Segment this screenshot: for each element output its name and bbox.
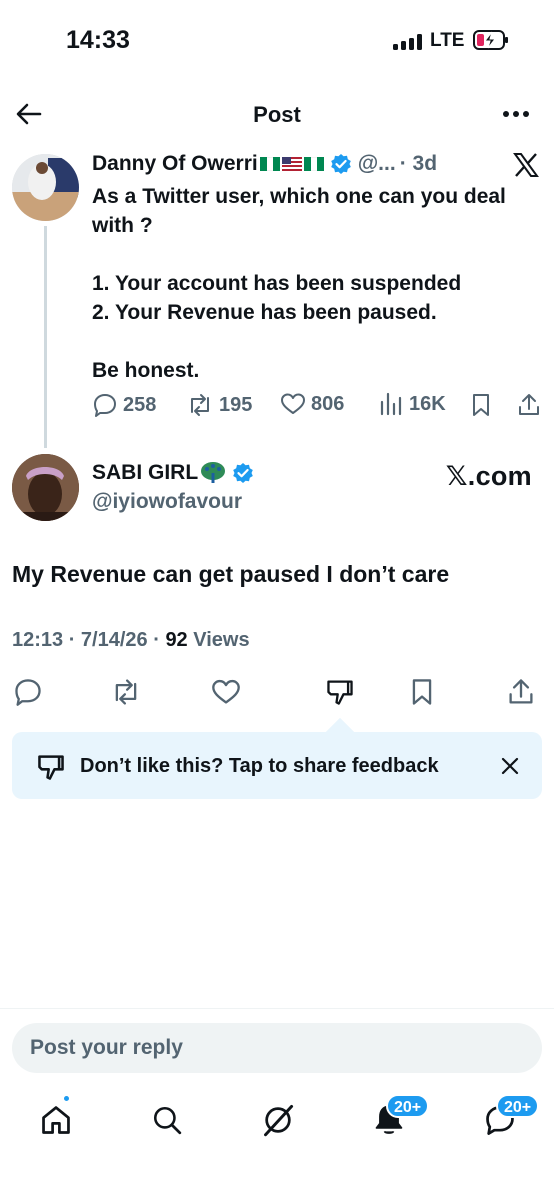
repost-icon xyxy=(115,679,137,705)
tweet-line xyxy=(92,240,544,269)
grok-icon xyxy=(264,1104,294,1137)
parent-tweet-actions: 258 195 806 16K xyxy=(92,392,542,422)
verified-badge-icon xyxy=(330,154,351,174)
parent-author-avatar[interactable] xyxy=(12,154,79,221)
repost-icon xyxy=(191,394,209,416)
post-meta: 12:13 · 7/14/26 · 92 Views xyxy=(12,629,250,652)
reply-input[interactable]: Post your reply xyxy=(12,1023,542,1073)
avatar-image xyxy=(12,154,79,221)
tweet-line: As a Twitter user, which one can you dea… xyxy=(92,185,506,237)
post-timestamp[interactable]: 12:13 · 7/14/26 · xyxy=(12,629,165,651)
reply-count: 258 xyxy=(123,393,157,416)
signal-icon xyxy=(393,34,423,50)
post-action-bar xyxy=(0,674,554,710)
parent-bookmark-button[interactable] xyxy=(470,392,492,418)
home-unread-dot xyxy=(62,1094,71,1103)
share-icon xyxy=(509,679,533,704)
close-icon xyxy=(501,757,519,775)
parent-repost-button[interactable]: 195 xyxy=(186,392,252,418)
more-options-button[interactable] xyxy=(500,98,532,130)
post-author-handle[interactable]: @iyiowofavour xyxy=(92,490,242,514)
reply-button[interactable] xyxy=(10,674,46,710)
tweet-line: Be honest. xyxy=(92,359,200,382)
parent-author-name[interactable]: Danny Of Owerri xyxy=(92,152,258,176)
tweet-line: 2. Your Revenue has been paused. xyxy=(92,301,437,324)
bottom-nav xyxy=(0,1090,554,1150)
post-author-name-row: SABI GIRL xyxy=(92,461,254,485)
tweet-line xyxy=(92,327,544,356)
notifications-badge: 20+ xyxy=(386,1094,430,1118)
network-label: LTE xyxy=(430,30,465,51)
dislike-button[interactable] xyxy=(322,674,358,710)
peacock-emoji-icon xyxy=(201,462,226,483)
like-count: 806 xyxy=(311,392,345,415)
post-author-avatar[interactable] xyxy=(12,454,79,521)
nav-grok[interactable] xyxy=(256,1098,300,1142)
bookmark-button[interactable] xyxy=(404,674,440,710)
repost-button[interactable] xyxy=(108,674,144,710)
bookmark-icon xyxy=(412,679,432,705)
thread-connector-line xyxy=(44,226,47,448)
messages-badge: 20+ xyxy=(496,1094,540,1118)
home-icon xyxy=(42,1106,70,1134)
parent-views-button[interactable]: 16K xyxy=(378,392,446,416)
feedback-close-button[interactable] xyxy=(496,752,524,780)
heart-icon xyxy=(281,393,305,414)
parent-tweet-time[interactable]: · 3d xyxy=(400,152,437,176)
parent-like-button[interactable]: 806 xyxy=(280,392,344,416)
post-author-name[interactable]: SABI GIRL xyxy=(92,461,198,485)
reply-placeholder: Post your reply xyxy=(30,1036,183,1059)
nav-home[interactable] xyxy=(34,1098,78,1142)
parent-author-handle[interactable]: @... xyxy=(358,152,396,176)
us-flag-icon xyxy=(281,157,302,171)
nigeria-flag-icon xyxy=(259,157,280,171)
thumbs-down-icon xyxy=(327,680,353,705)
avatar-image xyxy=(12,454,79,521)
divider xyxy=(0,1008,554,1009)
bookmark-icon xyxy=(473,394,489,416)
feedback-text: Don’t like this? Tap to share feedback xyxy=(80,755,439,777)
parent-tweet-body[interactable]: As a Twitter user, which one can you dea… xyxy=(92,182,544,385)
parent-share-button[interactable] xyxy=(516,392,542,418)
reply-icon xyxy=(94,394,116,417)
tweet-line: 1. Your account has been suspended xyxy=(92,272,462,295)
thumbs-down-icon xyxy=(38,755,64,780)
x-logo-icon xyxy=(513,153,539,177)
verified-badge-icon xyxy=(233,463,253,483)
search-icon xyxy=(153,1106,182,1135)
xcom-watermark: 𝕏.com xyxy=(445,461,532,491)
nigeria-flag-icon xyxy=(303,157,324,171)
status-time: 14:33 xyxy=(66,26,130,54)
more-dots-icon xyxy=(503,111,529,117)
post-views-count: 92 xyxy=(165,629,188,651)
top-bar: Post xyxy=(0,84,554,144)
views-count: 16K xyxy=(409,392,446,415)
flag-emojis xyxy=(259,157,324,171)
reply-icon xyxy=(15,679,41,706)
like-button[interactable] xyxy=(208,674,244,710)
battery-charging-icon xyxy=(473,30,508,50)
feedback-banner[interactable]: Don’t like this? Tap to share feedback xyxy=(12,732,542,799)
post-text: My Revenue can get paused I don’t care xyxy=(12,561,450,587)
parent-reply-button[interactable]: 258 xyxy=(92,392,156,418)
status-bar: 14:33 LTE xyxy=(0,0,554,84)
repost-count: 195 xyxy=(219,393,253,416)
share-button[interactable] xyxy=(503,674,539,710)
post-views-label: Views xyxy=(187,629,250,651)
views-chart-icon xyxy=(380,392,402,416)
parent-tweet-header: Danny Of Owerri @... · 3d xyxy=(92,152,437,176)
page-title: Post xyxy=(253,102,301,127)
nav-search[interactable] xyxy=(145,1098,189,1142)
heart-icon xyxy=(212,679,240,704)
share-icon xyxy=(519,394,539,415)
